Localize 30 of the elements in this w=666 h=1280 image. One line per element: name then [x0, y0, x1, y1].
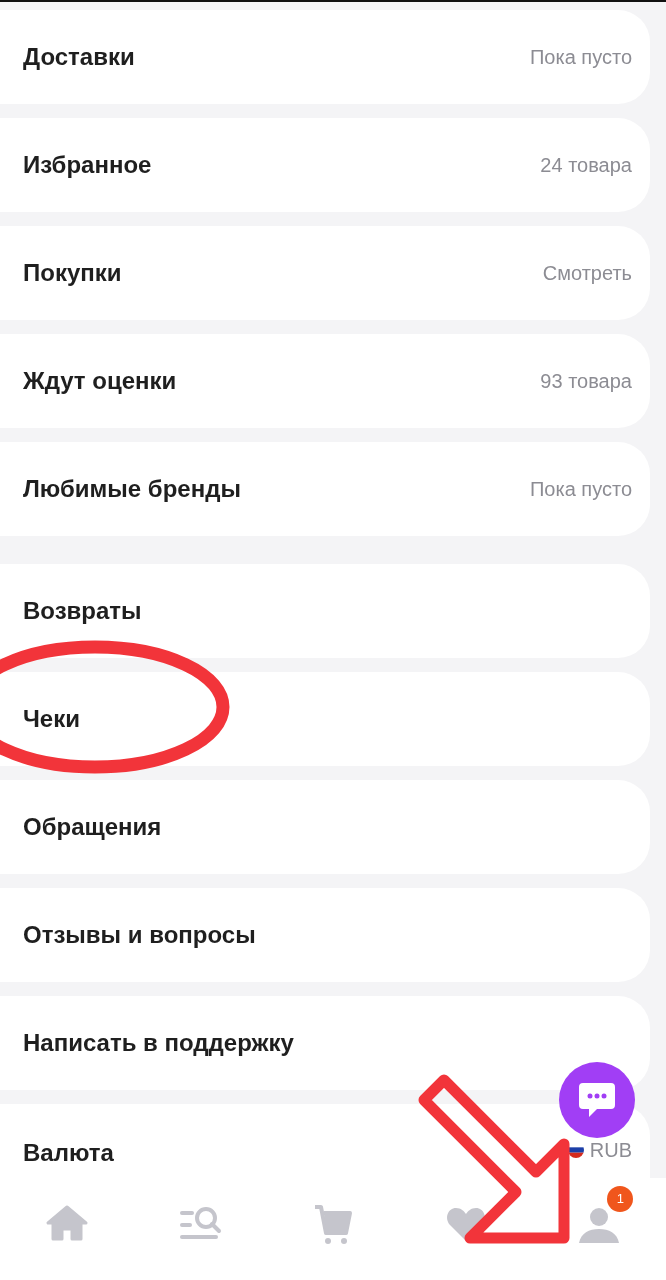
- item-label: Обращения: [23, 812, 162, 842]
- menu-item[interactable]: Покупки Смотреть: [0, 226, 650, 320]
- notification-badge: 1: [607, 1186, 634, 1212]
- menu-item[interactable]: Чеки: [0, 672, 650, 766]
- item-label: Избранное: [23, 150, 152, 180]
- menu-item[interactable]: Ждут оценки 93 товара: [0, 334, 650, 428]
- item-value: Пока пусто: [529, 477, 632, 502]
- item-label: Написать в поддержку: [23, 1028, 294, 1058]
- menu-item[interactable]: Написать в поддержку: [0, 996, 650, 1090]
- menu-item[interactable]: Доставки Пока пусто: [0, 10, 650, 104]
- item-label: Чеки: [23, 704, 80, 734]
- chat-icon: [577, 1081, 617, 1119]
- item-label: Доставки: [23, 42, 135, 72]
- menu-item[interactable]: Отзывы и вопросы: [0, 888, 650, 982]
- item-value: Пока пусто: [529, 45, 632, 70]
- item-label: Ждут оценки: [23, 366, 177, 396]
- menu-item[interactable]: Любимые бренды Пока пусто: [0, 442, 650, 536]
- item-label: Любимые бренды: [23, 474, 241, 504]
- item-value: RUB: [589, 1138, 632, 1163]
- menu-item[interactable]: Валюта RUB: [0, 1104, 650, 1178]
- item-label: Покупки: [23, 258, 122, 288]
- menu-item[interactable]: Возвраты: [0, 564, 650, 658]
- item-label: Валюта: [23, 1138, 114, 1168]
- item-value: 93 товара: [540, 369, 632, 394]
- menu-item[interactable]: Обращения: [0, 780, 650, 874]
- item-label: Возвраты: [23, 596, 142, 626]
- item-value: 24 товара: [540, 153, 632, 178]
- item-value: Смотреть: [542, 261, 632, 286]
- menu-item[interactable]: Избранное 24 товара: [0, 118, 650, 212]
- item-label: Отзывы и вопросы: [23, 920, 256, 950]
